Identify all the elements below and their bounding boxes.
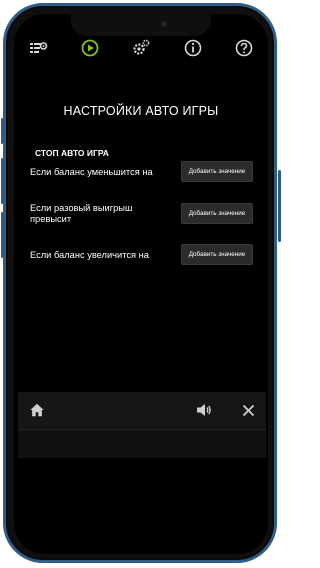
front-camera (161, 21, 167, 27)
gears-icon[interactable] (130, 37, 152, 59)
balance-increase-label: Если баланс увеличится на (30, 250, 149, 260)
sound-icon[interactable] (195, 401, 213, 419)
top-toolbar (14, 32, 268, 64)
settings-list-icon[interactable] (27, 37, 49, 59)
info-icon[interactable] (182, 37, 204, 59)
bottom-panel (18, 392, 266, 458)
balance-increase-add-value-button[interactable]: Добавить значение (181, 244, 253, 265)
section-title: СТОП АВТО ИГРА (35, 148, 109, 158)
page-title: НАСТРОЙКИ АВТО ИГРЫ (63, 104, 219, 118)
single-win-add-value-button[interactable]: Добавить значение (181, 203, 253, 224)
close-icon[interactable] (239, 401, 257, 419)
balance-decrease-label: Если баланс уменьшится на (30, 167, 153, 177)
single-win-exceeds-label: Если разовый выигрыш превысит (30, 203, 133, 224)
help-icon[interactable] (233, 37, 255, 59)
autoplay-icon[interactable] (79, 37, 101, 59)
home-icon[interactable] (28, 401, 46, 419)
phone-screen: НАСТРОЙКИ АВТО ИГРЫ СТОП АВТО ИГРА Если … (14, 14, 268, 554)
bottom-bar (18, 392, 266, 430)
phone-power-button (278, 170, 281, 242)
balance-decrease-add-value-button[interactable]: Добавить значение (181, 161, 253, 182)
